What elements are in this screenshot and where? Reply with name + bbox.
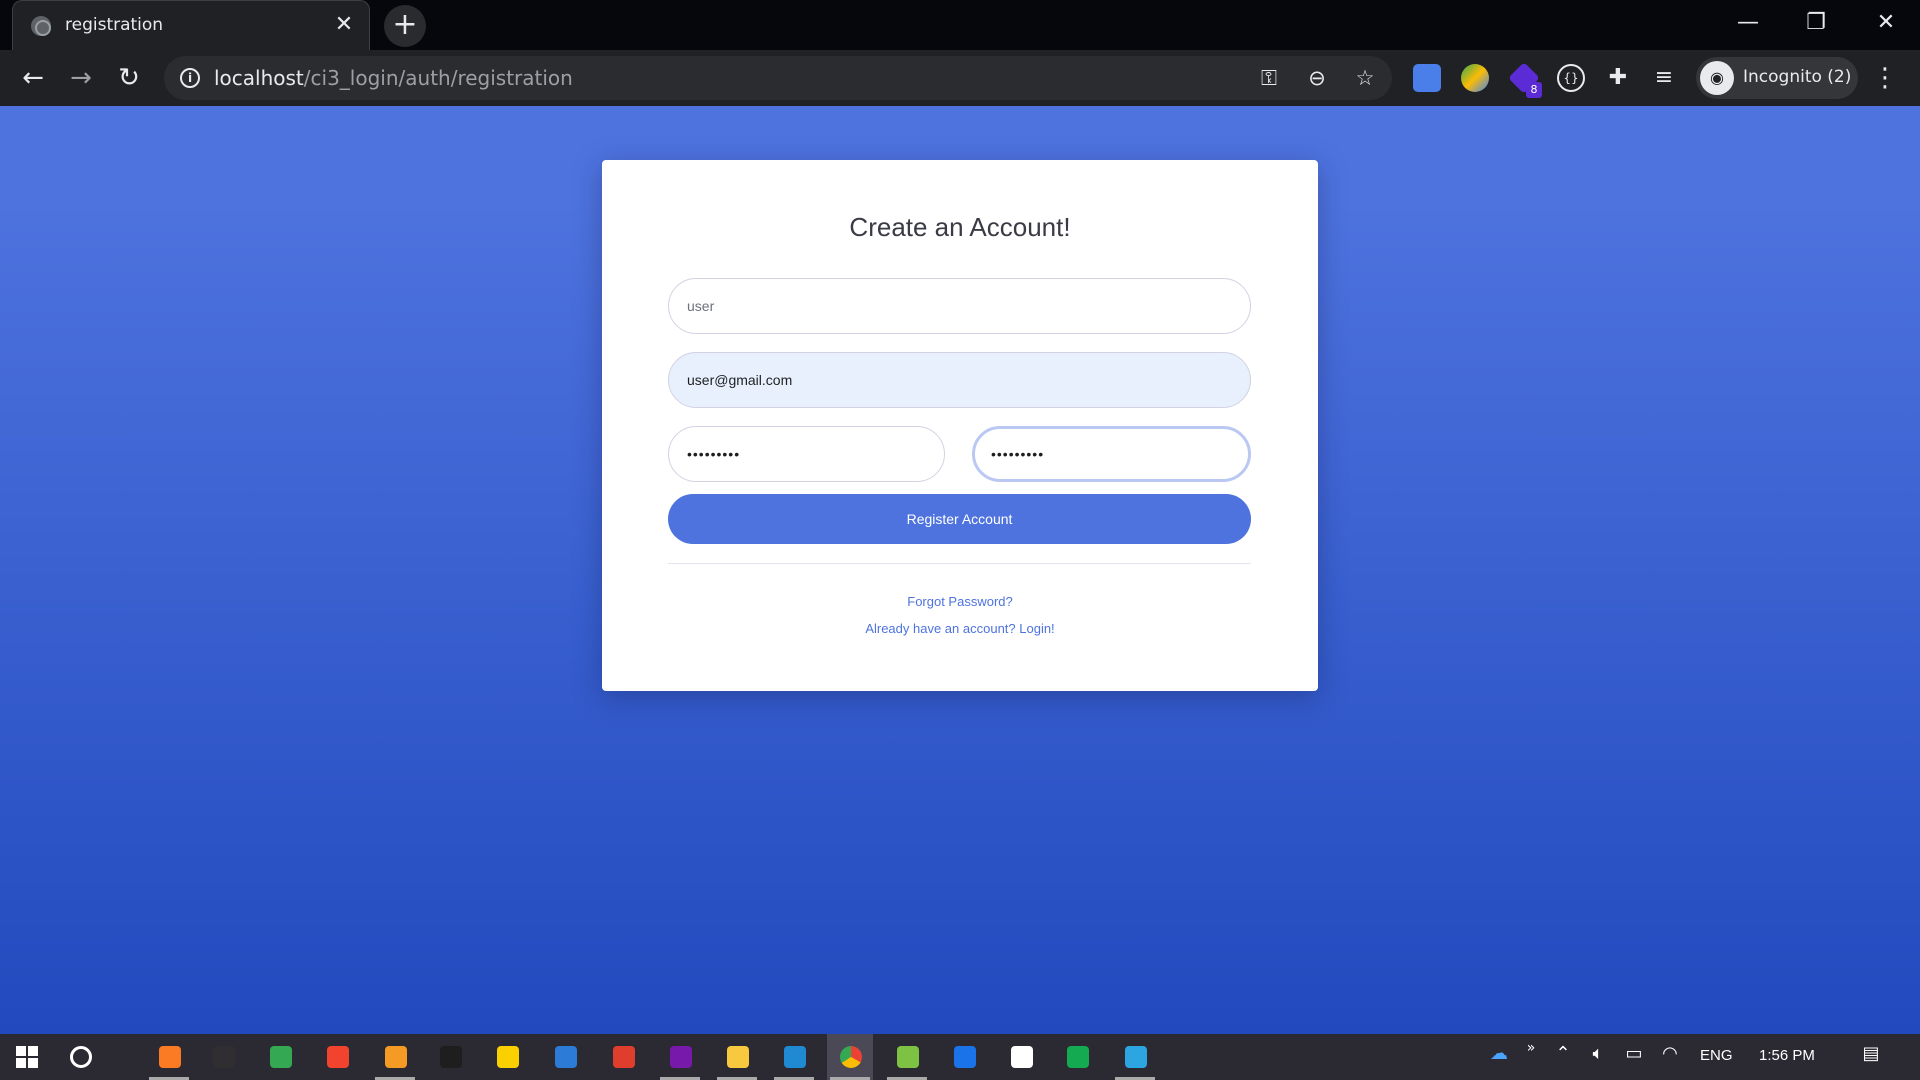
obs-icon bbox=[213, 1046, 235, 1068]
zoom-out-icon[interactable]: ⊖ bbox=[1304, 65, 1330, 91]
taskbar-app[interactable] bbox=[542, 1034, 588, 1080]
forgot-password-link[interactable]: Forgot Password? bbox=[602, 594, 1318, 609]
overflow-chevron-icon[interactable]: » bbox=[1516, 1040, 1546, 1056]
site-info-icon[interactable]: i bbox=[180, 68, 200, 88]
back-button[interactable]: ← bbox=[15, 60, 51, 96]
taskbar-app[interactable] bbox=[200, 1034, 246, 1080]
email-input[interactable]: user@gmail.com bbox=[668, 352, 1251, 408]
google-translate-extension-icon[interactable] bbox=[1413, 64, 1441, 92]
colorful-extension-icon[interactable] bbox=[1461, 64, 1489, 92]
terminal-icon bbox=[440, 1046, 462, 1068]
taskbar-app[interactable] bbox=[998, 1034, 1044, 1080]
login-link[interactable]: Already have an account? Login! bbox=[602, 621, 1318, 636]
volume-icon[interactable]: 🔈︎ bbox=[1583, 1043, 1613, 1064]
language-indicator[interactable]: ENG bbox=[1700, 1047, 1733, 1064]
repeat-password-input[interactable]: ••••••••• bbox=[972, 426, 1251, 482]
tray-up-arrow-icon[interactable]: ⌃ bbox=[1548, 1043, 1578, 1064]
password-input[interactable]: ••••••••• bbox=[668, 426, 945, 482]
password-value: ••••••••• bbox=[687, 446, 741, 462]
address-bar[interactable]: i localhost/ci3_login/auth/registration … bbox=[164, 56, 1392, 100]
taskbar-app[interactable] bbox=[884, 1034, 930, 1080]
colorful-app-icon bbox=[270, 1046, 292, 1068]
extension-badge: 8 bbox=[1526, 82, 1542, 98]
maps-icon bbox=[954, 1046, 976, 1068]
minimize-button[interactable]: — bbox=[1728, 6, 1768, 40]
taskbar-app[interactable] bbox=[657, 1034, 703, 1080]
taskbar-app[interactable] bbox=[484, 1034, 530, 1080]
file-explorer-icon bbox=[727, 1046, 749, 1068]
incognito-icon: ◉ bbox=[1700, 61, 1734, 95]
close-window-button[interactable]: ✕ bbox=[1866, 6, 1906, 40]
reload-button[interactable]: ↻ bbox=[111, 60, 147, 96]
cortana-circle-icon bbox=[70, 1046, 92, 1068]
globe-icon bbox=[31, 16, 51, 36]
page-title: Create an Account! bbox=[849, 212, 1071, 242]
wifi-icon[interactable]: ◠ bbox=[1655, 1043, 1685, 1064]
mongodb-icon bbox=[1067, 1046, 1089, 1068]
calendar-app-icon bbox=[897, 1046, 919, 1068]
book-app-icon bbox=[613, 1046, 635, 1068]
url-host: localhost bbox=[214, 66, 304, 90]
browser-tab-strip: registration ✕ + — ❐ ✕ bbox=[0, 0, 1920, 50]
browser-toolbar: ← → ↻ i localhost/ci3_login/auth/registr… bbox=[0, 50, 1920, 106]
key-icon[interactable]: ⚿ bbox=[1256, 65, 1282, 91]
taskbar-app[interactable] bbox=[1112, 1034, 1158, 1080]
taskbar: ☁ » ⌃ 🔈︎ ▭ ◠ ENG 1:56 PM ▤ bbox=[0, 1034, 1920, 1080]
taskbar-app[interactable] bbox=[600, 1034, 646, 1080]
taskbar-app[interactable] bbox=[372, 1034, 418, 1080]
browser-menu-icon[interactable]: ⋮ bbox=[1872, 60, 1898, 96]
vscode-icon bbox=[784, 1046, 806, 1068]
divider bbox=[668, 563, 1251, 564]
close-tab-icon[interactable]: ✕ bbox=[331, 12, 357, 38]
taskbar-app[interactable] bbox=[714, 1034, 760, 1080]
name-input[interactable]: user bbox=[668, 278, 1251, 334]
chrome-icon bbox=[840, 1046, 862, 1068]
forward-button[interactable]: → bbox=[63, 60, 99, 96]
taskbar-app[interactable] bbox=[314, 1034, 360, 1080]
star-icon[interactable]: ☆ bbox=[1352, 65, 1378, 91]
page-background: Create an Account! user user@gmail.com •… bbox=[0, 106, 1920, 1034]
taskbar-app[interactable] bbox=[1054, 1034, 1100, 1080]
braces-extension-icon[interactable]: {} bbox=[1557, 64, 1585, 92]
taskbar-app[interactable] bbox=[827, 1034, 873, 1080]
taskbar-app[interactable] bbox=[941, 1034, 987, 1080]
notifications-icon[interactable]: ▤ bbox=[1856, 1043, 1886, 1064]
start-button[interactable] bbox=[4, 1034, 50, 1080]
puzzle-extensions-icon[interactable]: ✚ bbox=[1604, 64, 1632, 92]
screen-recorder-icon bbox=[327, 1046, 349, 1068]
incognito-profile-button[interactable]: ◉ Incognito (2) bbox=[1696, 57, 1858, 99]
cortana-button[interactable] bbox=[58, 1034, 104, 1080]
xampp-icon bbox=[159, 1046, 181, 1068]
url-path: /ci3_login/auth/registration bbox=[303, 66, 573, 90]
taskbar-app[interactable] bbox=[427, 1034, 473, 1080]
clock[interactable]: 1:56 PM bbox=[1759, 1047, 1815, 1064]
browser-tab[interactable]: registration ✕ bbox=[12, 0, 370, 50]
new-tab-button[interactable]: + bbox=[384, 5, 426, 47]
photos-icon bbox=[555, 1046, 577, 1068]
taskbar-app[interactable] bbox=[146, 1034, 192, 1080]
restore-button[interactable]: ❐ bbox=[1796, 6, 1836, 40]
sticky-notes-icon bbox=[497, 1046, 519, 1068]
onenote-icon bbox=[670, 1046, 692, 1068]
windows-icon bbox=[16, 1046, 38, 1068]
tab-title: registration bbox=[65, 15, 164, 35]
telegram-icon bbox=[1125, 1046, 1147, 1068]
taskbar-app[interactable] bbox=[257, 1034, 303, 1080]
repeat-password-value: ••••••••• bbox=[991, 446, 1045, 462]
onedrive-icon[interactable]: ☁ bbox=[1484, 1043, 1514, 1064]
battery-icon[interactable]: ▭ bbox=[1619, 1043, 1649, 1064]
registration-card: Create an Account! user user@gmail.com •… bbox=[602, 160, 1318, 691]
url-text[interactable]: localhost/ci3_login/auth/registration bbox=[214, 66, 573, 90]
document-icon bbox=[1011, 1046, 1033, 1068]
reading-list-icon[interactable]: ≡ bbox=[1650, 64, 1678, 92]
taskbar-app[interactable] bbox=[771, 1034, 817, 1080]
register-account-button[interactable]: Register Account bbox=[668, 494, 1251, 544]
sublime-icon bbox=[385, 1046, 407, 1068]
profile-label: Incognito (2) bbox=[1743, 67, 1852, 87]
